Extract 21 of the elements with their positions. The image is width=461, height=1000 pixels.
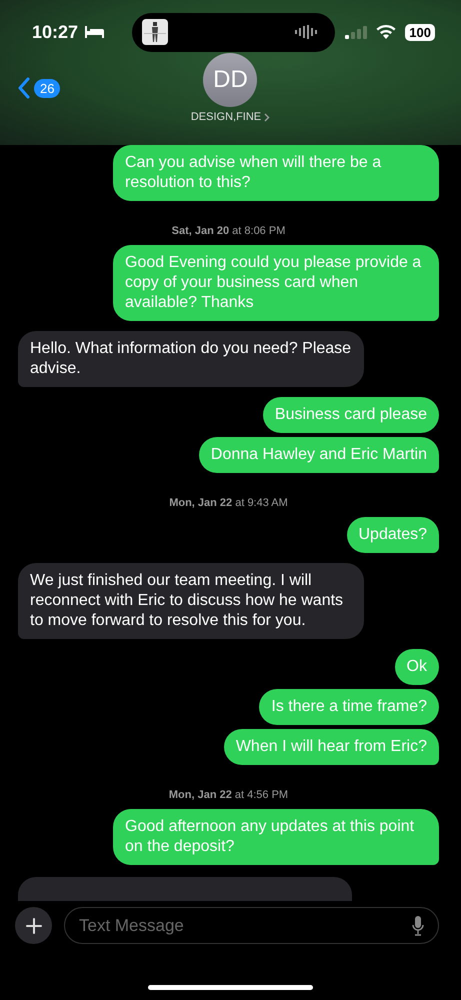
message-input[interactable]: Text Message	[64, 907, 439, 944]
back-button[interactable]: 26	[18, 77, 60, 99]
sent-message: Good Evening could you please provide a copy of your business card when available? Thanks	[113, 245, 439, 321]
sent-message: Business card please	[262, 397, 439, 433]
sent-message: Ok	[394, 649, 439, 685]
sent-message: When I will hear from Eric?	[224, 729, 439, 765]
sent-message: Good afternoon any updates at this point on the deposit?	[113, 809, 439, 865]
timestamp: Mon, Jan 22 at 4:56 PM	[168, 789, 290, 801]
avatar[interactable]: DD	[203, 53, 258, 107]
timestamp: Mon, Jan 22 at 9:43 AM	[168, 497, 289, 509]
status-time: 10:27	[32, 22, 78, 42]
sent-message: Updates?	[346, 517, 439, 553]
battery-icon: 100	[405, 24, 435, 40]
received-message: We just finished our team meeting. I will reconnect with Eric to discuss how he wants to move forward to resolve this for you.	[18, 563, 364, 639]
sent-message: Donna Hawley and Eric Martin	[198, 437, 439, 473]
sent-message: Is there a time frame?	[259, 689, 439, 725]
received-message: Hello. What information do you need? Please advise.	[18, 331, 364, 387]
unread-badge: 26	[34, 78, 60, 98]
contact-name[interactable]: DESIGN,FINE	[190, 111, 270, 123]
sent-message: Can you advise when will there be a resolution to this?	[113, 145, 439, 201]
timestamp: Sat, Jan 20 at 8:06 PM	[170, 225, 286, 237]
